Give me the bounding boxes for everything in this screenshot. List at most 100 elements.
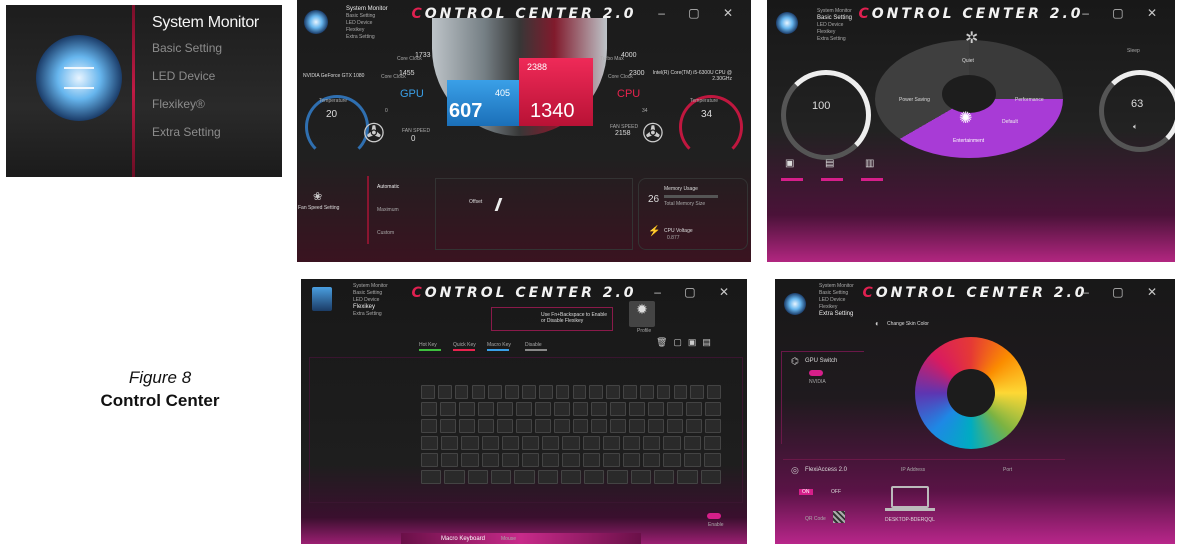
off-button[interactable]: OFF (831, 489, 841, 495)
keyboard-key[interactable] (421, 436, 439, 450)
keyboard-key[interactable] (421, 385, 435, 399)
window-controls[interactable]: ‒ ▢ ✕ (658, 6, 743, 20)
keyboard-key[interactable] (602, 436, 620, 450)
keyboard-key[interactable] (534, 419, 551, 433)
side-menu-item[interactable]: Flexikey (353, 304, 388, 311)
keyboard-key[interactable] (458, 402, 475, 416)
tab-hot-key[interactable]: Hot Key (419, 342, 437, 348)
keyboard-key[interactable] (623, 453, 641, 467)
keyboard-key[interactable] (477, 402, 494, 416)
menu-item-led-device[interactable]: LED Device (152, 69, 215, 83)
keyboard-key[interactable] (537, 470, 558, 484)
keyboard-key[interactable] (496, 419, 513, 433)
tab-macro-key[interactable]: Macro Key (487, 342, 511, 348)
keyboard-key[interactable] (421, 419, 437, 433)
window-controls[interactable]: ‒ ▢ ✕ (654, 285, 739, 299)
menu-item-extra-setting[interactable]: Extra Setting (152, 125, 221, 139)
toolbar-icons[interactable]: 🗑︎▢▣▤ (656, 337, 717, 348)
keyboard-key[interactable] (467, 470, 488, 484)
enable-toggle[interactable] (707, 513, 721, 519)
keyboard-key[interactable] (648, 402, 665, 416)
keyboard-key[interactable] (629, 419, 646, 433)
keyboard-key[interactable] (515, 419, 532, 433)
window-controls[interactable]: ‒ ▢ ✕ (1082, 285, 1167, 299)
touchpad-icon[interactable]: ▤ (825, 158, 834, 169)
keyboard-key[interactable] (522, 453, 540, 467)
sleep-label[interactable]: Sleep (1127, 48, 1140, 54)
keyboard-key[interactable] (441, 436, 459, 450)
keyboard-key[interactable] (444, 470, 465, 484)
keyboard-key[interactable] (623, 436, 641, 450)
keyboard-key[interactable] (481, 453, 499, 467)
mode-power-saving[interactable]: Power Saving (899, 97, 930, 103)
keyboard-key[interactable] (488, 385, 503, 399)
keyboard-key[interactable] (690, 385, 705, 399)
side-menu-item[interactable]: LED Device (817, 22, 852, 29)
side-menu-item[interactable]: Flexikey (346, 27, 388, 34)
on-button[interactable]: ON (799, 489, 813, 495)
keyboard-key[interactable] (514, 470, 535, 484)
keyboard-key[interactable] (553, 402, 570, 416)
brightness-gauge[interactable] (781, 70, 871, 160)
keyboard-key[interactable] (591, 419, 608, 433)
fan-mode-automatic[interactable]: Automatic (377, 184, 399, 190)
keyboard-key[interactable] (458, 419, 475, 433)
keyboard-key[interactable] (584, 470, 605, 484)
tab-disable[interactable]: Disable (525, 342, 542, 348)
side-menu-item[interactable]: Extra Setting (346, 34, 388, 41)
menu-item-flexikey[interactable]: Flexikey® (152, 97, 205, 111)
keyboard-key[interactable] (700, 470, 721, 484)
keyboard-key[interactable] (705, 419, 721, 433)
keyboard-key[interactable] (629, 402, 646, 416)
keyboard-key[interactable] (421, 470, 442, 484)
keyboard-key[interactable] (683, 436, 701, 450)
menu-item-system-monitor[interactable]: System Monitor (152, 14, 259, 32)
keyboard-key[interactable] (421, 402, 437, 416)
side-menu-item[interactable]: Extra Setting (819, 311, 854, 318)
keyboard-key[interactable] (515, 402, 532, 416)
keyboard-key[interactable] (461, 453, 479, 467)
keyboard-key[interactable] (582, 436, 600, 450)
calibrate-icon[interactable]: ▣ (785, 158, 794, 169)
keyboard-key[interactable] (421, 453, 439, 467)
keyboard-key[interactable] (707, 385, 721, 399)
keyboard-key[interactable] (501, 436, 519, 450)
keyboard-key[interactable] (643, 436, 661, 450)
keyboard-key[interactable] (496, 402, 513, 416)
keyboard-key[interactable] (454, 385, 469, 399)
keyboard-key[interactable] (610, 419, 627, 433)
keyboard-key[interactable] (562, 453, 580, 467)
keyboard-key[interactable] (461, 436, 479, 450)
keyboard-key[interactable] (623, 385, 637, 399)
keyboard-key[interactable] (441, 453, 459, 467)
keyboard-key[interactable] (562, 436, 580, 450)
keyboard-key[interactable] (643, 453, 661, 467)
keyboard-key[interactable] (522, 436, 540, 450)
keyboard-key[interactable] (439, 402, 456, 416)
keyboard-key[interactable] (542, 436, 560, 450)
keyboard-key[interactable] (630, 470, 652, 484)
keyboard-key[interactable] (607, 470, 628, 484)
keyboard-key[interactable] (673, 385, 688, 399)
keyboard-key[interactable] (703, 436, 721, 450)
keyboard-key[interactable] (610, 402, 627, 416)
lcd-sleep-icon[interactable]: ▥ (865, 158, 874, 169)
keyboard-key[interactable] (686, 419, 703, 433)
keyboard-key[interactable] (602, 453, 620, 467)
keyboard-key[interactable] (589, 385, 604, 399)
fan-mode-maximum[interactable]: Maximum (377, 207, 399, 213)
keyboard-key[interactable] (501, 453, 519, 467)
keyboard-key[interactable] (572, 402, 589, 416)
keyboard-key[interactable] (648, 419, 665, 433)
keyboard-key[interactable] (663, 453, 681, 467)
mode-entertainment[interactable]: Entertainment (953, 138, 984, 144)
keyboard-key[interactable] (542, 453, 560, 467)
keyboard-key[interactable] (490, 470, 512, 484)
keyboard-key[interactable] (677, 470, 698, 484)
keyboard-key[interactable] (639, 385, 654, 399)
mode-quiet[interactable]: Quiet (962, 58, 974, 64)
keyboard-key[interactable] (553, 419, 570, 433)
keyboard-key[interactable] (606, 385, 620, 399)
keyboard-key[interactable] (703, 453, 721, 467)
side-menu-item[interactable]: Extra Setting (817, 36, 852, 43)
